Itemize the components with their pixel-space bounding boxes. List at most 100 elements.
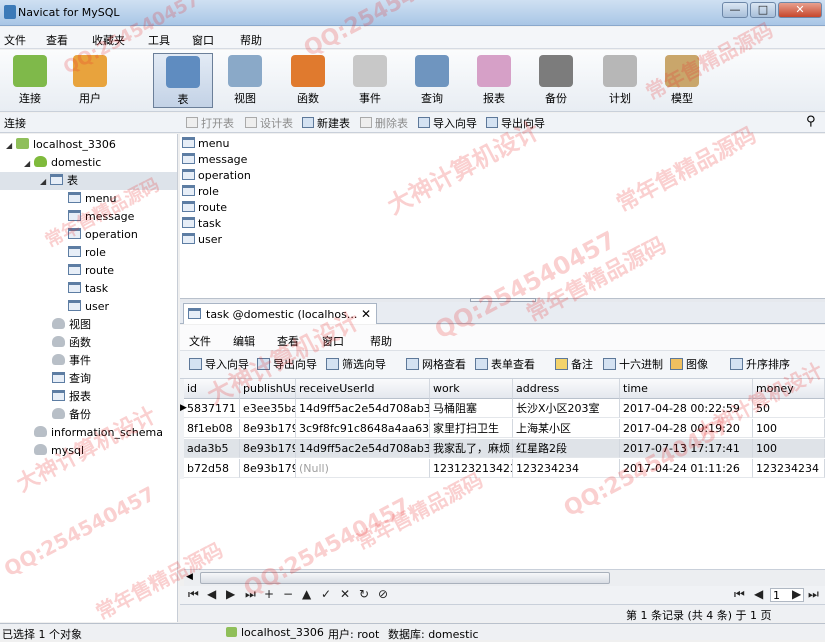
table-cell[interactable]: 100 bbox=[753, 419, 825, 438]
maximize-button[interactable]: □ bbox=[750, 2, 776, 18]
tree-node-4[interactable]: 报表 bbox=[0, 388, 177, 406]
menu-help[interactable]: 帮助 bbox=[240, 32, 262, 48]
object-role[interactable]: role bbox=[182, 184, 219, 200]
table-cell[interactable]: 123234234 bbox=[753, 459, 825, 478]
tree-connection[interactable]: ◢ localhost_3306 bbox=[0, 136, 177, 154]
tree-node-0[interactable]: 视图 bbox=[0, 316, 177, 334]
table-cell[interactable]: (Null) bbox=[296, 459, 430, 478]
table-cell[interactable]: 8e93b179 bbox=[240, 419, 296, 438]
table-cell[interactable]: ada3b5 bbox=[184, 439, 240, 458]
column-header-work[interactable]: work bbox=[430, 379, 513, 399]
table-cell[interactable]: 上海某小区 bbox=[513, 419, 620, 438]
tree-table-task[interactable]: task bbox=[0, 280, 177, 298]
table-cell[interactable]: 8e93b179 bbox=[240, 439, 296, 458]
grid-export-button[interactable]: 导出向导 bbox=[257, 357, 317, 373]
table-cell[interactable]: 8f1eb08 bbox=[184, 419, 240, 438]
nav-last-button[interactable]: ⏭ bbox=[245, 587, 256, 602]
nav-stop-button[interactable]: ⊘ bbox=[378, 587, 388, 601]
grid-import-button[interactable]: 导入向导 bbox=[189, 357, 249, 373]
column-header-id[interactable]: id bbox=[184, 379, 240, 399]
expand-arrow-icon[interactable]: ◢ bbox=[40, 173, 50, 191]
column-header-time[interactable]: time bbox=[620, 379, 753, 399]
table-cell[interactable]: 3c9f8fc91c8648a4aa63b4 bbox=[296, 419, 430, 438]
image-button[interactable]: 图像 bbox=[670, 357, 708, 373]
nav-page-next-icon[interactable]: ▶ bbox=[792, 587, 801, 601]
table-menu-file[interactable]: 文件 bbox=[189, 333, 211, 349]
tree-node-5[interactable]: 备份 bbox=[0, 406, 177, 424]
toolbar-backup-button[interactable]: 备份 bbox=[526, 53, 586, 108]
form-view-button[interactable]: 表单查看 bbox=[475, 357, 535, 373]
tree-table-message[interactable]: message bbox=[0, 208, 177, 226]
object-route[interactable]: route bbox=[182, 200, 227, 216]
table-cell[interactable]: 2017-07-13 17:17:41 bbox=[620, 439, 753, 458]
table-cell[interactable]: 长沙X小区203室 bbox=[513, 399, 620, 418]
menu-file[interactable]: 文件 bbox=[4, 32, 26, 48]
tree-node-1[interactable]: 函数 bbox=[0, 334, 177, 352]
table-cell[interactable]: 14d9ff5ac2e54d708ab3d bbox=[296, 399, 430, 418]
tree-table-operation[interactable]: operation bbox=[0, 226, 177, 244]
toolbar-event-button[interactable]: 事件 bbox=[340, 53, 400, 108]
tree-node-2[interactable]: 事件 bbox=[0, 352, 177, 370]
minimize-button[interactable]: — bbox=[722, 2, 748, 18]
toolbar-schedule-button[interactable]: 计划 bbox=[590, 53, 650, 108]
menu-tools[interactable]: 工具 bbox=[148, 32, 170, 48]
nav-page-first-icon[interactable]: ⏮ bbox=[734, 587, 745, 602]
menu-window[interactable]: 窗口 bbox=[192, 32, 214, 48]
scroll-left-icon[interactable]: ◀ bbox=[186, 572, 193, 582]
nav-next-button[interactable]: ▶ bbox=[226, 587, 235, 601]
toolbar-user-button[interactable]: 用户 bbox=[60, 53, 120, 108]
hex-button[interactable]: 十六进制 bbox=[603, 357, 663, 373]
object-menu[interactable]: menu bbox=[182, 136, 229, 152]
table-cell[interactable]: e3ee35ba bbox=[240, 399, 296, 418]
close-button[interactable]: ✕ bbox=[778, 2, 822, 18]
table-cell[interactable]: 1231232134234 bbox=[430, 459, 513, 478]
table-cell[interactable]: 我家乱了，麻烦 bbox=[430, 439, 513, 458]
memo-button[interactable]: 备注 bbox=[555, 357, 593, 373]
export-wizard-button[interactable]: 导出向导 bbox=[486, 116, 545, 131]
table-cell[interactable]: 14d9ff5ac2e54d708ab3d bbox=[296, 439, 430, 458]
tree-db-information-schema[interactable]: information_schema bbox=[0, 424, 177, 442]
design-table-button[interactable]: 设计表 bbox=[245, 116, 293, 131]
tree-tables-node[interactable]: ◢ 表 bbox=[0, 172, 177, 190]
object-task[interactable]: task bbox=[182, 216, 221, 232]
tree-node-3[interactable]: 查询 bbox=[0, 370, 177, 388]
nav-cancel-button[interactable]: ✕ bbox=[340, 587, 350, 601]
table-cell[interactable]: 8e93b179 bbox=[240, 459, 296, 478]
table-cell[interactable]: 马桶阻塞 bbox=[430, 399, 513, 418]
expand-arrow-icon[interactable]: ◢ bbox=[24, 155, 34, 173]
table-menu-view[interactable]: 查看 bbox=[277, 333, 299, 349]
tab-task[interactable]: task @domestic (localhos... ✕ bbox=[183, 303, 377, 324]
toolbar-connection-button[interactable]: 连接 bbox=[0, 53, 60, 108]
menu-view[interactable]: 查看 bbox=[46, 32, 68, 48]
table-cell[interactable]: 2017-04-28 00:19:20 bbox=[620, 419, 753, 438]
sort-asc-button[interactable]: 升序排序 bbox=[730, 357, 790, 373]
new-table-button[interactable]: 新建表 bbox=[302, 116, 350, 131]
object-user[interactable]: user bbox=[182, 232, 222, 248]
nav-first-button[interactable]: ⏮ bbox=[188, 587, 199, 602]
toolbar-function-button[interactable]: 函数 bbox=[278, 53, 338, 108]
tree-database-domestic[interactable]: ◢ domestic bbox=[0, 154, 177, 172]
nav-apply-button[interactable]: ✓ bbox=[321, 587, 331, 601]
table-cell[interactable]: 家里打扫卫生 bbox=[430, 419, 513, 438]
tree-table-menu[interactable]: menu bbox=[0, 190, 177, 208]
nav-page-prev-icon[interactable]: ◀ bbox=[754, 587, 763, 601]
grid-view-button[interactable]: 网格查看 bbox=[406, 357, 466, 373]
toolbar-table-button[interactable]: 表 bbox=[153, 53, 213, 108]
nav-up-button[interactable]: ▲ bbox=[302, 587, 311, 601]
delete-table-button[interactable]: 删除表 bbox=[360, 116, 408, 131]
table-cell[interactable]: 100 bbox=[753, 439, 825, 458]
table-menu-help[interactable]: 帮助 bbox=[370, 333, 392, 349]
nav-refresh-button[interactable]: ↻ bbox=[359, 587, 369, 601]
table-menu-window[interactable]: 窗口 bbox=[322, 333, 344, 349]
nav-delete-button[interactable]: − bbox=[283, 587, 293, 601]
toolbar-view-button[interactable]: 视图 bbox=[215, 53, 275, 108]
toolbar-model-button[interactable]: 模型 bbox=[652, 53, 712, 108]
table-cell[interactable]: 5837171 bbox=[184, 399, 240, 418]
horizontal-scrollbar[interactable]: ◀ bbox=[184, 569, 825, 586]
open-table-button[interactable]: 打开表 bbox=[186, 116, 234, 131]
nav-page-last-icon[interactable]: ⏭ bbox=[808, 587, 819, 602]
column-header-publishUs[interactable]: publishUs bbox=[240, 379, 296, 399]
tree-table-user[interactable]: user bbox=[0, 298, 177, 316]
table-cell[interactable]: 2017-04-28 00:22:59 bbox=[620, 399, 753, 418]
toolbar-report-button[interactable]: 报表 bbox=[464, 53, 524, 108]
